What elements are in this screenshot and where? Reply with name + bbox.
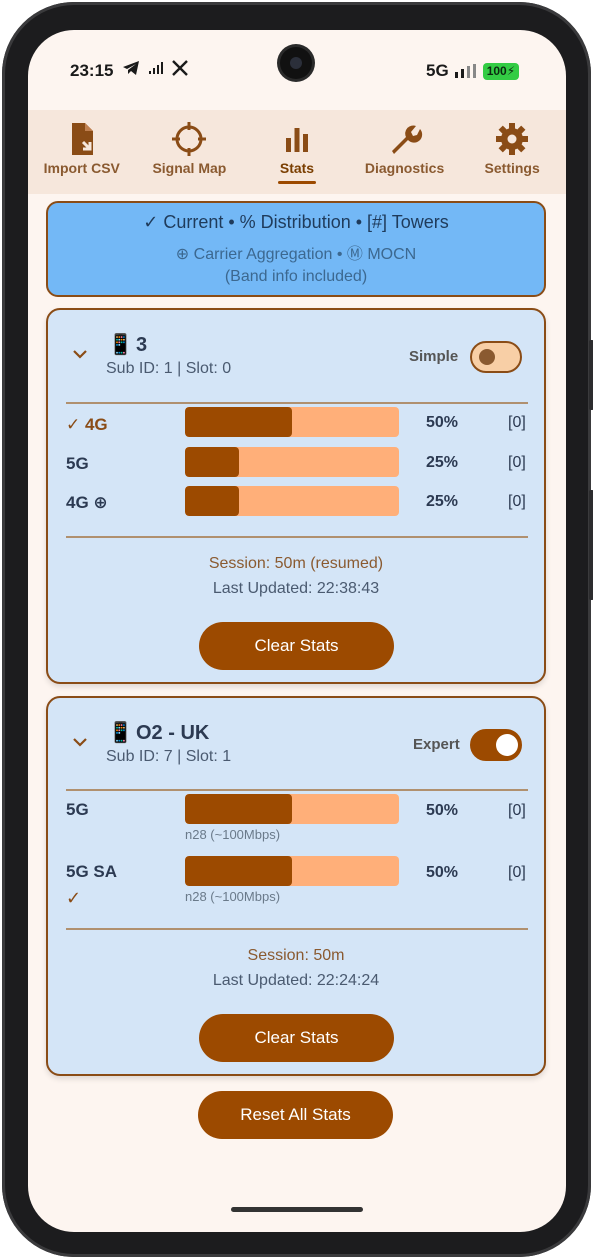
tech-label: 4G ⊕ — [66, 493, 108, 512]
status-left-icons — [122, 60, 188, 76]
bar-fill — [185, 447, 239, 477]
tech-label: 5G SA — [66, 862, 118, 881]
chevron-down-icon[interactable] — [70, 344, 90, 364]
phone-frame: 23:15 5G 100⚡ Import CSV Signal Map Stat… — [2, 2, 593, 1257]
carrier-name: O2 - UK — [136, 722, 210, 744]
status-bar: 23:15 5G 100⚡ — [28, 30, 566, 110]
power-button — [589, 490, 593, 600]
current-check: ✓ — [66, 888, 82, 908]
band-info: n28 (~100Mbps) — [185, 827, 281, 842]
signal-small-icon — [149, 62, 163, 74]
session-duration: Session: 50m (resumed) — [208, 555, 384, 572]
percent-value: 25% — [426, 454, 459, 471]
sub-id: Sub ID: 7 | Slot: 1 — [106, 748, 232, 765]
network-type: 5G — [426, 61, 449, 80]
file-import-icon — [71, 123, 93, 155]
tab-import-csv[interactable]: Import CSV — [28, 110, 136, 194]
crosshair-icon — [172, 122, 207, 156]
percent-value: 50% — [426, 864, 459, 881]
cell-signal-icon — [454, 64, 476, 78]
front-camera — [280, 47, 312, 79]
carrier-header[interactable]: 📱 O2 - UK Sub ID: 7 | Slot: 1 Expert — [48, 698, 544, 788]
divider — [66, 536, 528, 538]
carrier-card-3: 📱 3 Sub ID: 1 | Slot: 0 Simple ✓ 4G 50% … — [46, 308, 546, 684]
legend-line-3: (Band info included) — [224, 268, 368, 285]
carrier-name: 3 — [136, 334, 148, 356]
last-updated: Last Updated: 22:24:24 — [212, 972, 380, 989]
carrier-card-o2-uk: 📱 O2 - UK Sub ID: 7 | Slot: 1 Expert 5G … — [46, 696, 546, 1076]
percent-value: 25% — [426, 493, 459, 510]
distribution-bar — [185, 407, 399, 437]
screen: 23:15 5G 100⚡ Import CSV Signal Map Stat… — [28, 30, 566, 1232]
band-info: n28 (~100Mbps) — [185, 889, 281, 904]
telegram-icon — [123, 61, 139, 75]
bar-chart-icon — [285, 128, 308, 152]
tech-label: 5G — [66, 800, 89, 819]
bar-fill — [185, 486, 239, 516]
distribution-bar — [185, 794, 399, 824]
tower-count: [0] — [508, 493, 526, 510]
mode-toggle[interactable] — [470, 729, 522, 761]
bar-fill — [185, 407, 292, 437]
legend-line-2: ⊕ Carrier Aggregation • Ⓜ MOCN — [175, 246, 417, 263]
battery-indicator: 100⚡ — [482, 62, 520, 80]
toggle-knob — [479, 349, 495, 365]
distribution-bar — [185, 856, 399, 886]
clear-stats-button[interactable]: Clear Stats — [199, 1014, 394, 1062]
divider — [66, 789, 528, 791]
carrier-header[interactable]: 📱 3 Sub ID: 1 | Slot: 0 Simple — [48, 310, 544, 400]
distribution-bar — [185, 486, 399, 516]
bar-fill — [185, 856, 292, 886]
home-indicator[interactable] — [231, 1207, 363, 1212]
sub-id: Sub ID: 1 | Slot: 0 — [106, 360, 232, 377]
tab-label: Import CSV — [43, 160, 120, 176]
bar-fill — [185, 794, 292, 824]
gear-icon — [496, 123, 529, 155]
distribution-bar — [185, 447, 399, 477]
toggle-knob — [496, 734, 518, 756]
status-right: 5G 100⚡ — [426, 61, 520, 81]
phone-icon: 📱 — [108, 722, 133, 744]
tech-label: ✓ 4G — [66, 415, 108, 434]
mode-label: Expert — [413, 736, 460, 753]
charging-icon: ⚡ — [506, 63, 516, 78]
tower-count: [0] — [508, 454, 526, 471]
legend-card: ✓ Current • % Distribution • [#] Towers … — [46, 201, 546, 297]
tab-label: Settings — [484, 160, 540, 176]
tower-count: [0] — [508, 414, 526, 431]
active-tab-indicator — [277, 181, 316, 184]
tower-count: [0] — [508, 864, 526, 881]
status-time: 23:15 — [70, 61, 114, 80]
tab-signal-map[interactable]: Signal Map — [136, 110, 244, 194]
tech-label: 5G — [66, 454, 89, 473]
tab-label: Diagnostics — [364, 160, 445, 176]
clear-stats-button[interactable]: Clear Stats — [199, 622, 394, 670]
percent-value: 50% — [426, 802, 459, 819]
tab-diagnostics[interactable]: Diagnostics — [351, 110, 459, 194]
tab-bar: Import CSV Signal Map Stats Diagnostics … — [28, 110, 566, 194]
phone-icon: 📱 — [108, 334, 133, 356]
reset-all-stats-button[interactable]: Reset All Stats — [198, 1091, 393, 1139]
tab-stats[interactable]: Stats — [243, 110, 351, 194]
legend-line-1: ✓ Current • % Distribution • [#] Towers — [143, 212, 449, 232]
last-updated: Last Updated: 22:38:43 — [212, 580, 380, 597]
divider — [66, 928, 528, 930]
percent-value: 50% — [426, 414, 459, 431]
tab-label: Signal Map — [152, 160, 227, 176]
battery-level: 100 — [486, 63, 507, 78]
mode-toggle[interactable] — [470, 341, 522, 373]
x-logo-icon — [172, 60, 188, 76]
volume-button — [589, 340, 593, 410]
session-duration: Session: 50m — [247, 947, 345, 964]
tower-count: [0] — [508, 802, 526, 819]
mode-label: Simple — [409, 348, 459, 365]
tab-settings[interactable]: Settings — [458, 110, 566, 194]
chevron-down-icon[interactable] — [70, 732, 90, 752]
tab-label: Stats — [279, 160, 315, 176]
divider — [66, 402, 528, 404]
wrench-icon — [391, 125, 422, 154]
